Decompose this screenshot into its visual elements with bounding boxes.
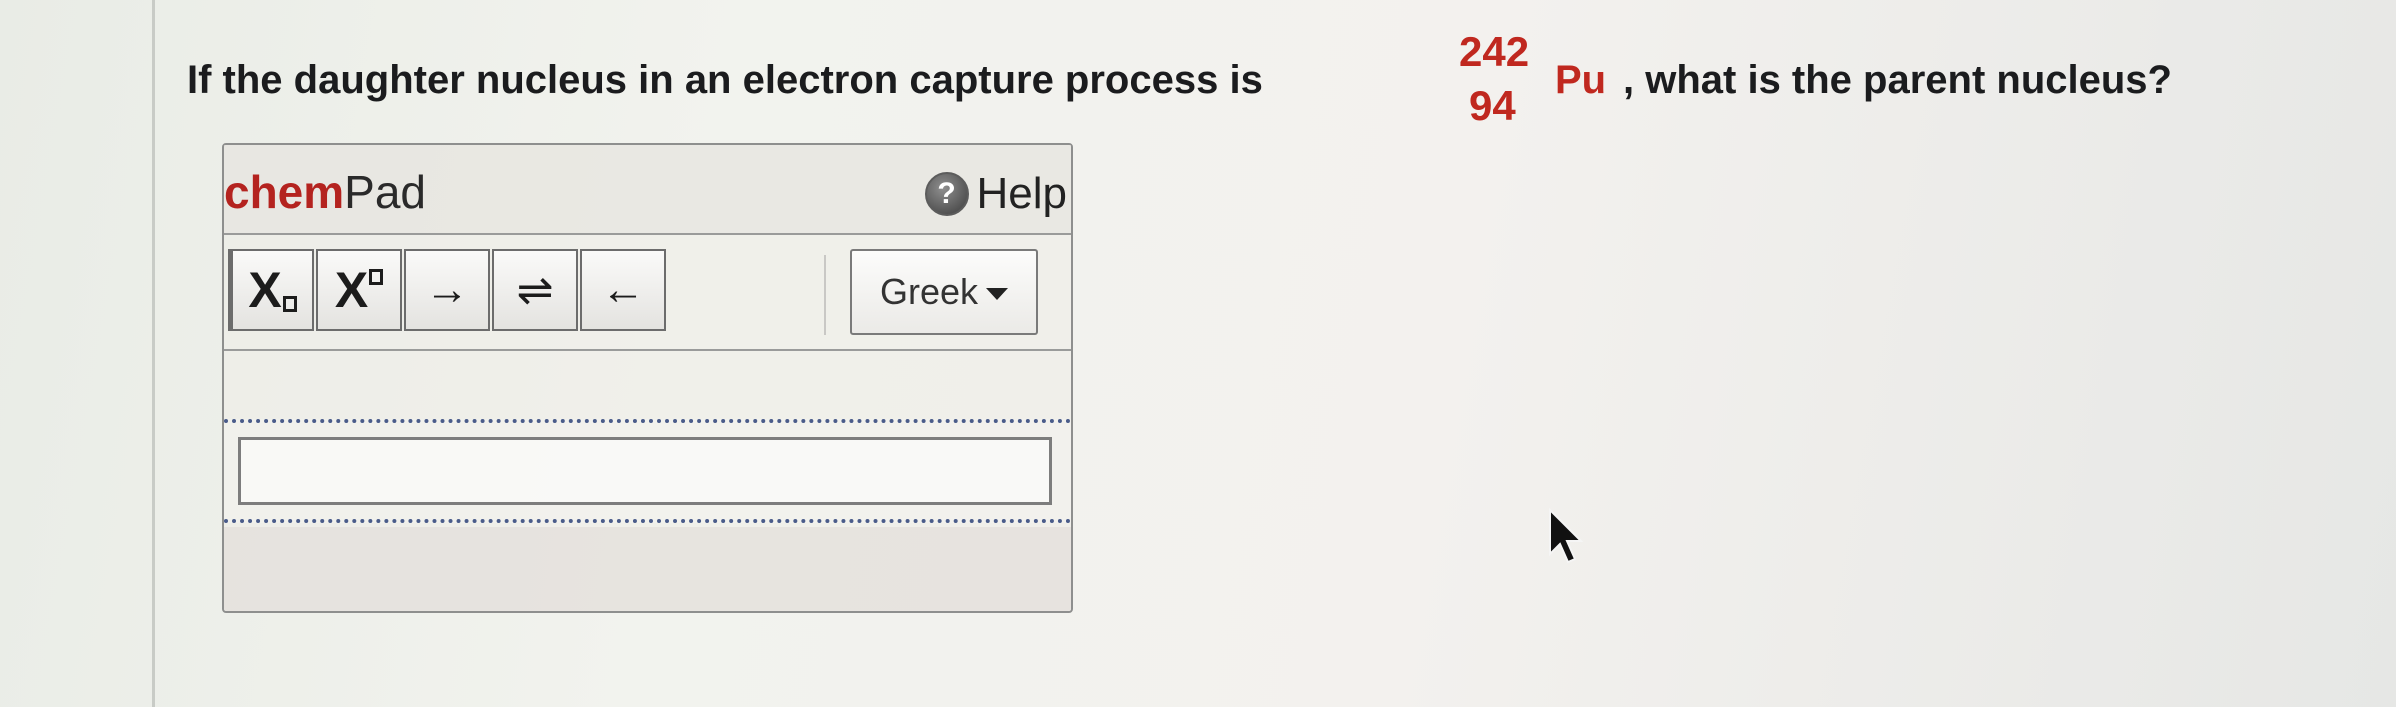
arrow-left-icon: ← [601,265,645,314]
nuclide-mass-number: 242 [1459,28,1530,75]
superscript-box-icon [369,269,384,285]
help-circle-icon: ? [924,172,969,216]
subscript-box-icon [282,296,297,312]
reaction-arrow-button[interactable]: → [404,249,490,331]
mouse-pointer-icon [1549,508,1584,564]
toolbar-divider [824,255,826,335]
subscript-button[interactable]: X [228,249,314,331]
chempad-toolbar: X X → ⇌ ← Greek [224,235,1071,351]
chempad-footer [224,527,1071,611]
answer-input-area [224,419,1071,523]
nuclide-atomic-number: 94 [1469,82,1516,129]
chempad-header: chemPad ? Help [224,145,1071,235]
answer-input[interactable] [238,437,1052,505]
page-left-rule [152,0,155,707]
help-label: Help [976,169,1068,218]
chempad-widget: chemPad ? Help X X → ⇌ ← Greek [222,143,1073,613]
formatting-buttons: X X → ⇌ ← [228,249,668,331]
chempad-logo-pad: Pad [344,166,427,218]
help-button[interactable]: ? Help [924,169,1068,219]
equilibrium-arrows-icon: ⇌ [516,265,554,315]
chempad-logo-chem: chem [224,166,345,218]
superscript-button[interactable]: X [316,249,402,331]
arrow-right-icon: → [425,265,469,314]
greek-dropdown-label: Greek [879,271,979,312]
reverse-arrow-button[interactable]: ← [580,249,666,331]
equilibrium-arrow-button[interactable]: ⇌ [492,249,578,331]
greek-dropdown[interactable]: Greek [850,249,1038,335]
question-suffix: , what is the parent nucleus? [1623,58,2172,102]
caret-down-icon [986,288,1009,300]
superscript-button-label: X [334,262,368,318]
subscript-button-label: X [248,262,281,318]
question-prefix: If the daughter nucleus in an electron c… [187,58,1263,102]
nuclide-symbol: Pu [1555,58,1607,102]
chempad-logo: chemPad [224,165,426,219]
